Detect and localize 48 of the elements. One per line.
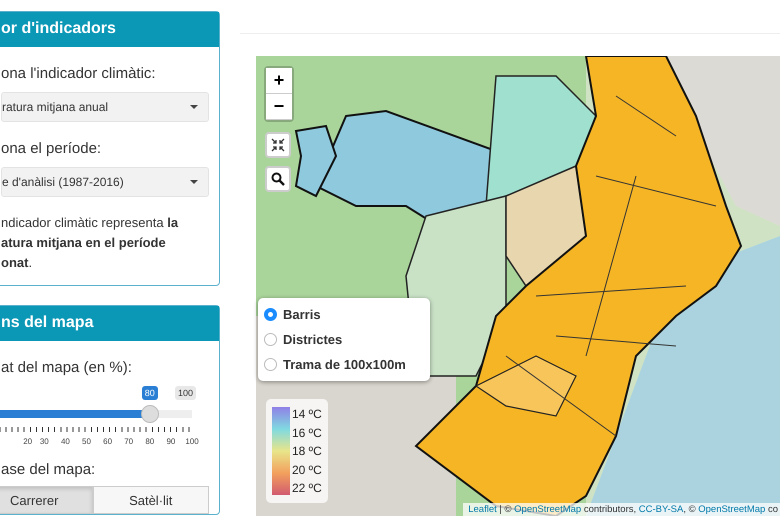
tick-label: 50 [82, 437, 91, 446]
radio-button[interactable] [264, 333, 277, 346]
tick-label: 30 [40, 437, 49, 446]
legend-label: 14 ºC [292, 407, 322, 421]
field-label: at del mapa (en %): [1, 359, 133, 376]
legend-label: 22 ºC [292, 481, 322, 495]
slider-handle[interactable] [140, 405, 159, 423]
field-label: ona el període: [1, 140, 102, 157]
map-drawing[interactable] [256, 56, 780, 516]
zoom-in-button[interactable]: + [266, 68, 292, 94]
tick-label: 70 [124, 437, 134, 446]
slider-max-label: 100 [174, 386, 196, 400]
attribution-link[interactable]: Leaflet [468, 504, 497, 515]
collapse-arrows-icon [271, 138, 285, 152]
field-label: ona l'indicador climàtic: [1, 65, 157, 82]
tick-label: 80 [145, 437, 154, 446]
layer-option[interactable]: Trama de 100x100m [264, 352, 420, 377]
attribution-link[interactable]: OpenStreetMap [514, 504, 582, 515]
attribution-link[interactable]: OpenStreetMap [698, 504, 766, 515]
layer-option[interactable]: Districtes [264, 327, 420, 352]
zoom-out-button[interactable]: − [266, 94, 292, 120]
legend-label: 18 ºC [292, 444, 322, 458]
attribution-link[interactable]: CC-BY-SA [638, 504, 684, 515]
basemap-button[interactable]: Carrerer [0, 486, 92, 514]
tick-label: 100 [185, 437, 199, 446]
legend-label: 16 ºC [292, 426, 322, 440]
tick-label: 90 [166, 437, 176, 446]
indicator-select[interactable]: ratura mitjana anual [1, 92, 209, 122]
period-select[interactable]: e d'anàlisi (1987-2016) [1, 167, 209, 197]
caret-icon [190, 180, 198, 184]
caret-icon [190, 105, 198, 109]
tick-label: 40 [60, 437, 70, 446]
slider-value-label: 80 [142, 386, 158, 400]
radio-button[interactable] [264, 358, 277, 371]
tick-label: 20 [23, 437, 32, 446]
layer-option[interactable]: Barris [264, 302, 420, 327]
basemap-button[interactable]: Satèl·lit [92, 486, 209, 514]
panel-header: or d'indicadors [0, 12, 219, 47]
legend-label: 20 ºC [292, 462, 322, 476]
description-text: ndicador climàtic representa la atura mitjana en el període onat. [1, 214, 180, 272]
reset-view-button[interactable] [265, 132, 291, 158]
field-label: ase del mapa: [1, 461, 96, 478]
panel-header: ns del mapa [0, 306, 219, 341]
attribution-text: Leaflet | © OpenStreetMap contributors, CC-BY-SA, © OpenStreetMap co [463, 503, 780, 516]
search-button[interactable] [265, 166, 291, 192]
search-icon [271, 172, 285, 186]
tick-label: 60 [103, 437, 112, 446]
radio-button[interactable] [264, 308, 277, 321]
